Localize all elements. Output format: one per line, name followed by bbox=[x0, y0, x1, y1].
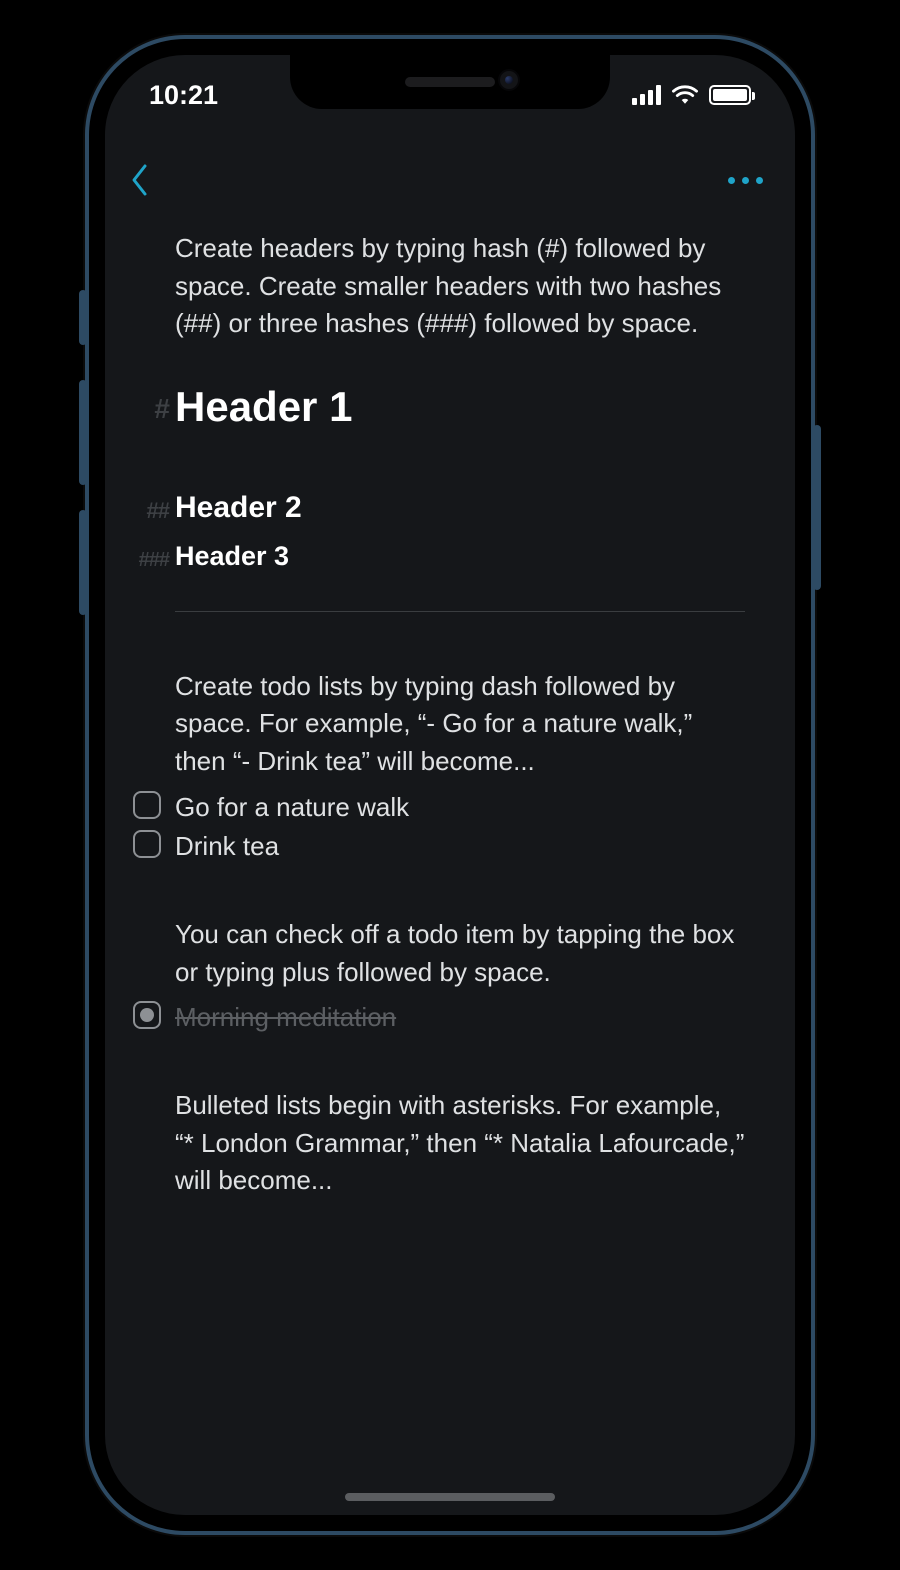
markdown-hash-3: ### bbox=[139, 546, 169, 575]
battery-icon bbox=[709, 85, 751, 105]
paragraph-bullets-intro[interactable]: Bulleted lists begin with asterisks. For… bbox=[175, 1087, 745, 1200]
side-button-power bbox=[813, 425, 821, 590]
heading-3-text[interactable]: Header 3 bbox=[175, 541, 289, 571]
side-button-volume-up bbox=[79, 380, 87, 485]
heading-3[interactable]: ### Header 3 bbox=[175, 537, 745, 576]
note-editor[interactable]: Create headers by typing hash (#) follow… bbox=[105, 230, 795, 1515]
screen: 10:21 bbox=[105, 55, 795, 1515]
markdown-hash-2: ## bbox=[147, 495, 169, 527]
markdown-hash-1: # bbox=[154, 389, 169, 430]
checkbox-unchecked[interactable] bbox=[133, 791, 161, 819]
checkbox-unchecked[interactable] bbox=[133, 830, 161, 858]
more-options-button[interactable] bbox=[722, 171, 769, 190]
heading-1-text[interactable]: Header 1 bbox=[175, 383, 352, 430]
wifi-icon bbox=[671, 84, 699, 106]
todo-item[interactable]: Go for a nature walk bbox=[175, 789, 745, 827]
paragraph-headers-intro[interactable]: Create headers by typing hash (#) follow… bbox=[175, 230, 745, 343]
todo-item-done[interactable]: Morning meditation bbox=[175, 999, 745, 1037]
todo-text[interactable]: Drink tea bbox=[175, 831, 279, 861]
side-button-silence bbox=[79, 290, 87, 345]
paragraph-check-intro[interactable]: You can check off a todo item by tapping… bbox=[175, 916, 745, 991]
phone-frame: 10:21 bbox=[85, 35, 815, 1535]
checkbox-checked[interactable] bbox=[133, 1001, 161, 1029]
nav-bar bbox=[105, 150, 795, 210]
heading-1[interactable]: # Header 1 bbox=[175, 377, 745, 438]
speaker-grille bbox=[405, 77, 495, 87]
chevron-left-icon bbox=[130, 163, 150, 197]
heading-2[interactable]: ## Header 2 bbox=[175, 486, 745, 530]
notch bbox=[290, 55, 610, 109]
dots-icon bbox=[728, 177, 735, 184]
status-time: 10:21 bbox=[149, 80, 218, 111]
home-indicator[interactable] bbox=[345, 1493, 555, 1501]
front-camera bbox=[498, 69, 520, 91]
horizontal-rule bbox=[175, 611, 745, 612]
heading-2-text[interactable]: Header 2 bbox=[175, 491, 302, 524]
back-button[interactable] bbox=[125, 165, 155, 195]
todo-text[interactable]: Go for a nature walk bbox=[175, 792, 409, 822]
todo-done-text[interactable]: Morning meditation bbox=[175, 1002, 396, 1032]
paragraph-todo-intro[interactable]: Create todo lists by typing dash followe… bbox=[175, 668, 745, 781]
side-button-volume-down bbox=[79, 510, 87, 615]
cellular-icon bbox=[632, 85, 661, 105]
todo-item[interactable]: Drink tea bbox=[175, 828, 745, 866]
